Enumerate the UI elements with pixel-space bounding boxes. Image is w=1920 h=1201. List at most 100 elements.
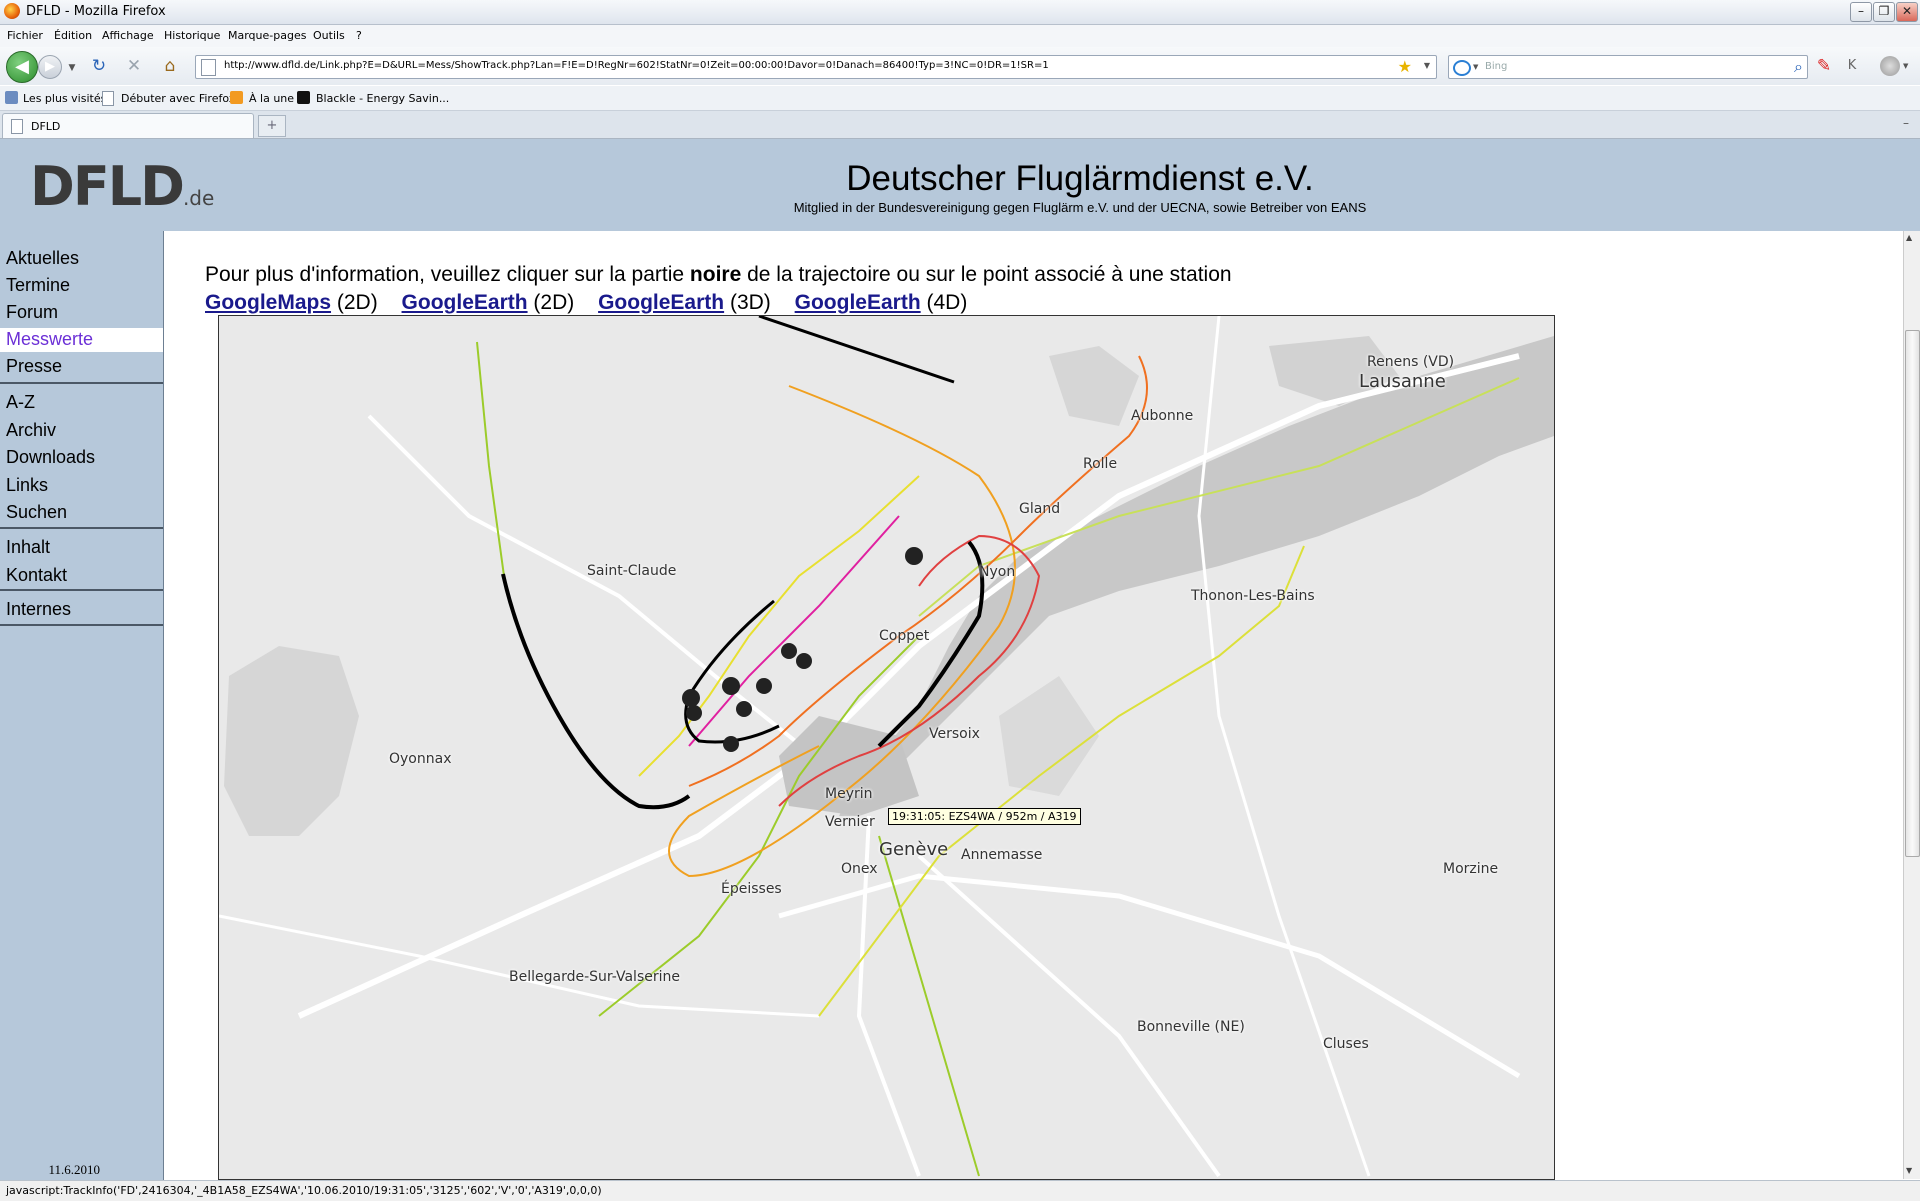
map-label: Genève [879, 839, 949, 860]
blackle-icon [297, 91, 310, 104]
scroll-up-icon[interactable]: ▲ [1906, 233, 1912, 242]
search-engine-dropdown-icon[interactable]: ▼ [1473, 63, 1478, 71]
sidebar-item-termine[interactable]: Termine [6, 275, 70, 296]
map-label: Onex [841, 861, 878, 877]
sidebar-item-archiv[interactable]: Archiv [6, 420, 56, 441]
map-label: Aubonne [1131, 408, 1194, 424]
station-point[interactable] [796, 653, 812, 669]
forward-button[interactable]: ▶ [38, 55, 62, 79]
status-bar: javascript:TrackInfo('FD',2416304,'_4B1A… [0, 1180, 1920, 1201]
sidebar-date: 11.6.2010 [48, 1162, 100, 1177]
map-label: Rolle [1083, 456, 1118, 472]
googlemaps-2d-link[interactable]: GoogleMaps [205, 291, 331, 314]
bookmark-getting-started[interactable]: Débuter avec Firefox [121, 92, 235, 105]
addon-k-icon[interactable]: K [1842, 56, 1862, 76]
sidebar-item-internes[interactable]: Internes [6, 599, 71, 620]
scrollbar-thumb[interactable] [1905, 330, 1920, 857]
page-icon [201, 59, 216, 76]
firefox-logo-icon [4, 3, 20, 19]
sidebar-item-messwerte[interactable]: Messwerte [6, 329, 93, 350]
reload-icon[interactable]: ↻ [89, 56, 109, 76]
map-label: Oyonnax [389, 751, 452, 767]
flight-track-magenta [688, 515, 900, 747]
stop-icon[interactable]: ✕ [124, 56, 144, 76]
station-point[interactable] [686, 705, 702, 721]
sidebar-item-kontakt[interactable]: Kontakt [6, 565, 67, 586]
scroll-down-icon[interactable]: ▼ [1906, 1166, 1912, 1175]
new-tab-button[interactable]: + [258, 115, 286, 137]
site-logo[interactable]: DFLD.de [30, 155, 214, 218]
search-input[interactable]: Bing [1485, 61, 1507, 72]
bookmark-news[interactable]: À la une [249, 92, 294, 105]
minimize-button[interactable]: – [1850, 2, 1872, 22]
search-engine-icon[interactable] [1453, 60, 1471, 76]
link-suffix: (2D) [336, 291, 378, 314]
home-icon[interactable]: ⌂ [160, 56, 180, 76]
back-button[interactable]: ◀ [6, 51, 38, 83]
sidebar-item-presse[interactable]: Presse [6, 356, 62, 377]
googleearth-4d-link[interactable]: GoogleEarth [795, 291, 921, 314]
site-title: Deutscher Fluglärmdienst e.V. [846, 159, 1314, 198]
station-point[interactable] [722, 677, 740, 695]
googleearth-3d-link[interactable]: GoogleEarth [598, 291, 724, 314]
menu-view[interactable]: Affichage [102, 29, 154, 42]
search-icon[interactable]: ⌕ [1794, 57, 1803, 77]
search-bar[interactable]: ▼ Bing ⌕ [1448, 55, 1808, 79]
sidebar-item-downloads[interactable]: Downloads [6, 447, 95, 468]
user-icon[interactable] [1880, 56, 1900, 76]
flight-track-black [684, 599, 780, 744]
station-point[interactable] [756, 678, 772, 694]
bookmark-star-icon[interactable]: ★ [1398, 57, 1412, 76]
station-point[interactable] [736, 701, 752, 717]
history-dropdown-icon[interactable]: ▼ [62, 58, 82, 78]
sidebar-item-inhalt[interactable]: Inhalt [6, 537, 50, 558]
restore-button[interactable]: ❐ [1873, 2, 1895, 22]
menu-help[interactable]: ? [356, 29, 362, 42]
map-label: Meyrin [825, 786, 873, 802]
info-prefix: Pour plus d'information, veuillez clique… [205, 263, 690, 286]
flight-track-map[interactable]: Renens (VD) Lausanne Aubonne Rolle Gland… [218, 315, 1555, 1180]
station-point[interactable] [781, 643, 797, 659]
menu-bar: Fichier Édition Affichage Historique Mar… [0, 25, 1920, 47]
rss-icon [230, 91, 243, 104]
station-point[interactable] [723, 736, 739, 752]
station-point[interactable] [682, 689, 700, 707]
tab-strip [0, 111, 1920, 139]
sidebar-item-aktuelles[interactable]: Aktuelles [6, 248, 79, 269]
link-suffix: (4D) [926, 291, 968, 314]
terrain-patch [999, 676, 1099, 796]
flight-track-green [878, 835, 980, 1177]
terrain-patch [1049, 346, 1139, 426]
road-line [778, 873, 1521, 1079]
bookmark-most-visited[interactable]: Les plus visités [23, 92, 106, 105]
url-dropdown-icon[interactable]: ▼ [1424, 61, 1430, 70]
logo-suffix: .de [182, 186, 215, 210]
close-window-button[interactable]: ✕ [1896, 2, 1918, 22]
station-point[interactable] [905, 547, 923, 565]
menu-tools[interactable]: Outils [313, 29, 345, 42]
sidebar-nav: Aktuelles Termine Forum Messwerte Presse… [0, 231, 164, 1180]
map-label: Annemasse [961, 847, 1043, 863]
addon-icon[interactable]: ✎ [1814, 56, 1834, 76]
page-icon [11, 119, 23, 134]
sidebar-item-forum[interactable]: Forum [6, 302, 58, 323]
sidebar-item-suchen[interactable]: Suchen [6, 502, 67, 523]
sidebar-item-links[interactable]: Links [6, 475, 48, 496]
map-label: Lausanne [1359, 371, 1446, 392]
url-bar[interactable]: http://www.dfld.de/Link.php?E=D&URL=Mess… [195, 55, 1437, 79]
user-dropdown-icon[interactable]: ▼ [1903, 62, 1908, 70]
tab-dfld[interactable]: DFLD [2, 113, 254, 138]
googleearth-2d-link[interactable]: GoogleEarth [402, 291, 528, 314]
bookmark-blackle[interactable]: Blackle - Energy Savin... [316, 92, 449, 105]
menu-history[interactable]: Historique [164, 29, 220, 42]
menu-bookmarks[interactable]: Marque-pages [228, 29, 306, 42]
info-suffix: de la trajectoire ou sur le point associ… [741, 263, 1232, 286]
window-title: DFLD - Mozilla Firefox [26, 4, 166, 19]
map-label: Gland [1019, 501, 1061, 517]
sidebar-item-a-z[interactable]: A-Z [6, 392, 35, 413]
site-subtitle: Mitglied in der Bundesvereinigung gegen … [793, 200, 1367, 215]
tab-list-icon[interactable]: – [1903, 116, 1909, 130]
menu-file[interactable]: Fichier [7, 29, 43, 42]
menu-edit[interactable]: Édition [54, 29, 92, 42]
flight-track-green [476, 341, 505, 577]
